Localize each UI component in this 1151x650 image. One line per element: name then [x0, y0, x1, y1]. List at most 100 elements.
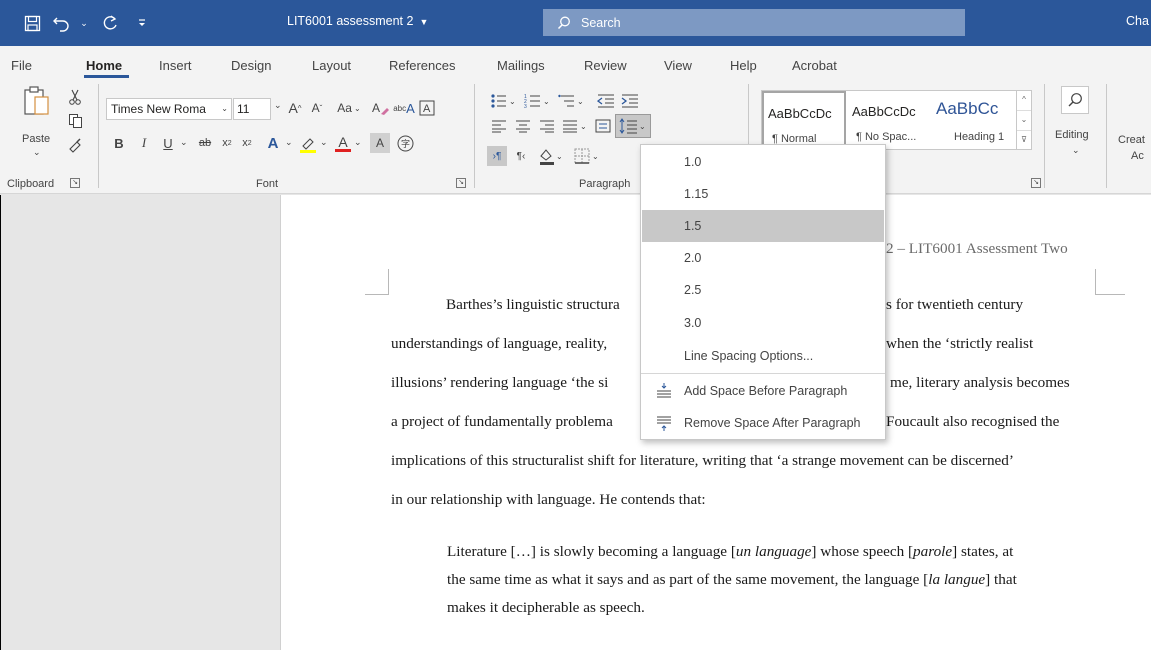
paste-button[interactable]	[20, 84, 54, 118]
line-spacing-options-item[interactable]: Line Spacing Options...	[642, 340, 884, 372]
grow-font-icon[interactable]: A ^	[285, 98, 305, 118]
svg-text:⌄: ⌄	[592, 152, 599, 161]
search-box[interactable]: Search	[543, 9, 965, 36]
editing-button[interactable]: Editing	[1055, 129, 1089, 141]
bullets-icon[interactable]: ⌄	[489, 92, 517, 110]
paste-label[interactable]: Paste	[22, 133, 50, 145]
superscript-icon[interactable]: x2	[238, 133, 256, 153]
text-effects-abc-icon[interactable]: abc A	[392, 98, 416, 118]
style-heading-1[interactable]: AaBbCc Heading 1	[932, 91, 1016, 149]
tab-review[interactable]: Review	[584, 58, 627, 73]
ltr-paragraph-icon[interactable]: ›¶	[487, 146, 507, 166]
change-case-button[interactable]: Aa ⌄	[333, 98, 365, 118]
search-icon[interactable]	[1061, 86, 1089, 114]
save-icon[interactable]	[22, 12, 42, 34]
create-adobe-label[interactable]: Creat	[1118, 134, 1145, 146]
paste-dropdown-icon[interactable]: ⌄	[33, 147, 41, 158]
align-right-icon[interactable]	[537, 116, 557, 136]
tab-home[interactable]: Home	[86, 58, 122, 73]
borders-icon[interactable]: ⌄	[572, 146, 602, 166]
undo-dropdown-icon[interactable]: ⌄	[79, 12, 89, 34]
menu-item-2-5[interactable]: 2.5	[642, 274, 884, 306]
remove-space-after-item[interactable]: Remove Space After Paragraph	[642, 407, 884, 439]
font-color-dropdown-icon[interactable]: ⌄	[354, 137, 362, 148]
decrease-indent-icon[interactable]	[596, 92, 616, 110]
cut-icon[interactable]	[66, 88, 84, 106]
style-sample: AaBbCcDc	[768, 106, 832, 121]
shading-icon[interactable]: ⌄	[536, 146, 568, 166]
scroll-down-icon[interactable]: ⌄	[1017, 111, 1031, 131]
tab-layout[interactable]: Layout	[312, 58, 351, 73]
rtl-paragraph-icon[interactable]: ¶‹	[511, 146, 531, 166]
font-color-icon[interactable]: A	[334, 132, 352, 154]
style-normal[interactable]: AaBbCcDc ¶ Normal	[762, 91, 846, 149]
line-spacing-button[interactable]: ⌄	[615, 114, 651, 138]
undo-icon[interactable]	[50, 12, 74, 34]
tab-file[interactable]: File	[11, 58, 32, 73]
document-title-text: LIT6001 assessment 2	[287, 14, 414, 28]
menu-item-1-5[interactable]: 1.5	[642, 210, 884, 242]
tab-view[interactable]: View	[664, 58, 692, 73]
italic-button[interactable]: I	[137, 133, 151, 153]
clipboard-launcher-icon[interactable]: ↘	[70, 178, 80, 188]
style-name: ¶ No Spac...	[856, 131, 917, 143]
strikethrough-icon[interactable]: ab	[196, 133, 214, 153]
user-name[interactable]: Cha	[1126, 14, 1149, 28]
font-name-combobox[interactable]: Times New Roma ⌄	[106, 98, 232, 120]
document-title[interactable]: LIT6001 assessment 2 ▼	[287, 14, 428, 28]
font-size-combobox[interactable]: 11	[233, 98, 271, 120]
menu-item-2-0[interactable]: 2.0	[642, 242, 884, 274]
editing-dropdown-icon[interactable]: ⌄	[1072, 145, 1080, 156]
svg-text:字: 字	[401, 138, 410, 149]
menu-item-1-15[interactable]: 1.15	[642, 178, 884, 210]
shrink-font-icon[interactable]: Aˇ	[307, 98, 327, 118]
tab-insert[interactable]: Insert	[159, 58, 192, 73]
create-adobe-label-2[interactable]: Ac	[1131, 150, 1144, 162]
align-left-icon[interactable]	[489, 116, 509, 136]
highlight-icon[interactable]	[298, 133, 318, 155]
font-size-dropdown-icon[interactable]: ⌄	[274, 100, 282, 111]
align-center-icon[interactable]	[513, 116, 533, 136]
distributed-icon[interactable]	[593, 116, 613, 136]
separator	[1106, 84, 1107, 188]
styles-scroll[interactable]: ^ ⌄ ⊽	[1016, 90, 1032, 150]
copy-icon[interactable]	[66, 112, 84, 130]
format-painter-icon[interactable]	[66, 136, 84, 154]
text-effects-icon[interactable]: A	[262, 133, 284, 153]
clear-formatting-icon[interactable]: A	[370, 98, 392, 118]
style-no-spacing[interactable]: AaBbCcDc ¶ No Spac...	[848, 91, 932, 149]
menu-item-1-0[interactable]: 1.0	[642, 146, 884, 178]
increase-indent-icon[interactable]	[620, 92, 640, 110]
tab-references[interactable]: References	[389, 58, 455, 73]
menu-item-3-0[interactable]: 3.0	[642, 307, 884, 339]
font-launcher-icon[interactable]: ↘	[456, 178, 466, 188]
styles-launcher-icon[interactable]: ↘	[1031, 178, 1041, 188]
quote-text: Literature […] is slowly becoming a lang…	[447, 543, 736, 560]
tab-design[interactable]: Design	[231, 58, 271, 73]
character-shading-icon[interactable]: A	[370, 133, 390, 153]
enclose-characters-icon[interactable]: 字	[395, 133, 415, 153]
quote-text: ] states, at	[952, 543, 1014, 560]
underline-dropdown-icon[interactable]: ⌄	[180, 137, 188, 148]
styles-more-icon[interactable]: ⊽	[1017, 131, 1031, 151]
tab-mailings[interactable]: Mailings	[497, 58, 545, 73]
highlight-dropdown-icon[interactable]: ⌄	[320, 137, 328, 148]
redo-icon[interactable]	[99, 12, 121, 34]
styles-gallery[interactable]: AaBbCcDc ¶ Normal AaBbCcDc ¶ No Spac... …	[761, 90, 1023, 150]
customize-quick-access-icon[interactable]	[135, 12, 149, 34]
subscript-icon[interactable]: x2	[218, 133, 236, 153]
tab-acrobat[interactable]: Acrobat	[792, 58, 837, 73]
tab-help[interactable]: Help	[730, 58, 757, 73]
justify-icon[interactable]: ⌄	[561, 116, 589, 136]
page-header: 2 – LIT6001 Assessment Two	[886, 240, 1068, 257]
underline-button[interactable]: U	[160, 133, 176, 153]
font-size-value: 11	[237, 102, 250, 116]
character-border-icon[interactable]: A	[417, 98, 437, 118]
add-space-before-item[interactable]: Add Space Before Paragraph	[642, 375, 884, 407]
bold-button[interactable]: B	[112, 133, 126, 153]
text-effects-dropdown-icon[interactable]: ⌄	[285, 137, 293, 148]
multilevel-list-icon[interactable]: ⌄	[557, 92, 585, 110]
left-margin-area	[0, 195, 280, 650]
scroll-up-icon[interactable]: ^	[1017, 91, 1031, 111]
numbering-icon[interactable]: 1 2 3 ⌄	[523, 92, 551, 110]
